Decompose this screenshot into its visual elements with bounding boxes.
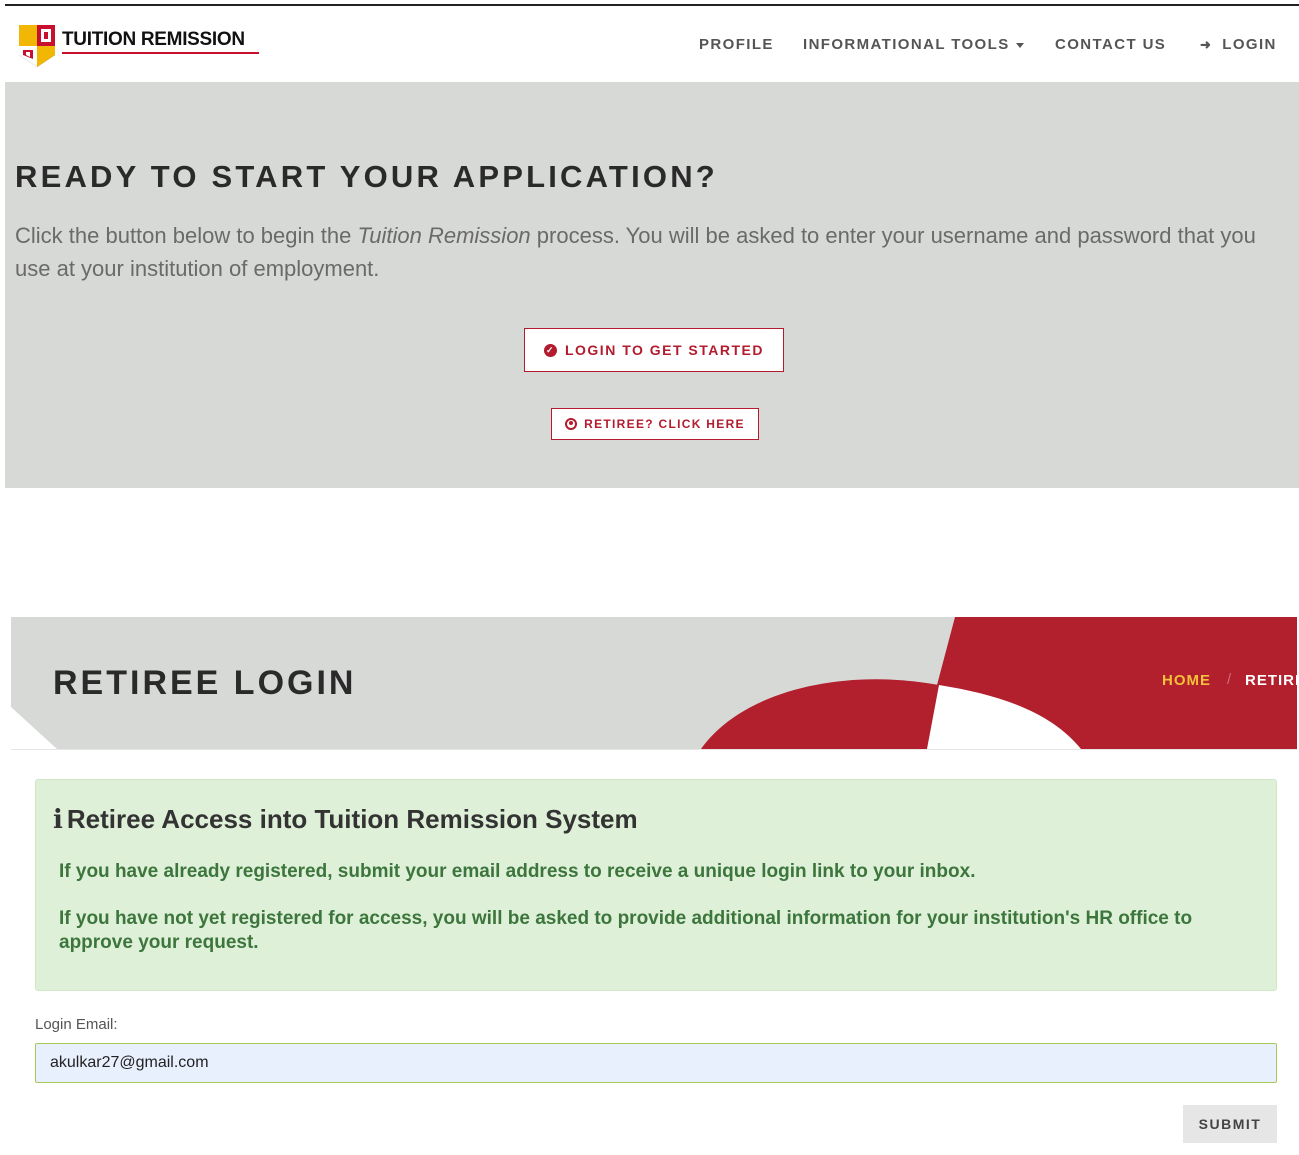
retiree-click-here-label: RETIREE? CLICK HERE [584, 417, 745, 431]
hero-title: READY TO START YOUR APPLICATION? [15, 159, 718, 194]
brand-underline [62, 52, 259, 54]
nav-informational-tools-label: INFORMATIONAL TOOLS [803, 36, 1010, 53]
hero-text-part1: Click the button below to begin the [15, 223, 358, 248]
alert-paragraph-registered: If you have already registered, submit y… [59, 861, 976, 882]
hero-text-italic: Tuition Remission [357, 223, 531, 248]
brand-name[interactable]: TUITION REMISSION [62, 29, 245, 51]
check-circle-icon: ✓ [543, 343, 557, 357]
login-email-label: Login Email: [35, 1016, 118, 1033]
login-to-get-started-button[interactable]: ✓ LOGIN TO GET STARTED [524, 328, 784, 372]
user-circle-icon [565, 418, 578, 430]
application-hero: READY TO START YOUR APPLICATION? Click t… [5, 82, 1299, 488]
maryland-flag-logo[interactable] [19, 25, 55, 67]
retiree-login-title: RETIREE LOGIN [53, 664, 357, 702]
hero-description: Click the button below to begin the Tuit… [15, 219, 1285, 285]
retiree-login-banner: RETIREE LOGIN HOME / RETIREE LOGIN [11, 617, 1297, 749]
retiree-click-here-button[interactable]: RETIREE? CLICK HERE [551, 408, 759, 440]
nav-profile[interactable]: PROFILE [699, 36, 774, 53]
banner-divider [11, 749, 1297, 750]
alert-title: i Retiree Access into Tuition Remission S… [53, 804, 638, 835]
alert-paragraph-not-registered: If you have not yet registered for acces… [59, 908, 1193, 953]
caret-down-icon [1015, 42, 1024, 48]
site-header: TUITION REMISSION PROFILE INFORMATIONAL … [5, 6, 1299, 82]
alert-title-text: Retiree Access into Tuition Remission Sy… [66, 804, 638, 834]
nav-contact-us[interactable]: CONTACT US [1055, 36, 1166, 53]
breadcrumb-home[interactable]: HOME [1162, 672, 1211, 689]
nav-login-label: LOGIN [1222, 36, 1277, 53]
info-icon: i [53, 805, 63, 835]
breadcrumb-separator: / [1227, 671, 1232, 688]
nav-informational-tools[interactable]: INFORMATIONAL TOOLS [803, 36, 1024, 53]
login-email-input[interactable] [35, 1043, 1277, 1083]
nav-login[interactable]: ➜ LOGIN [1200, 36, 1277, 53]
login-to-get-started-label: LOGIN TO GET STARTED [564, 342, 765, 358]
sign-in-icon: ➜ [1200, 37, 1213, 52]
submit-button[interactable]: SUBMIT [1183, 1105, 1277, 1143]
retiree-info-alert: i Retiree Access into Tuition Remission S… [35, 779, 1277, 991]
breadcrumb-current: RETIREE LOGIN [1245, 672, 1297, 689]
